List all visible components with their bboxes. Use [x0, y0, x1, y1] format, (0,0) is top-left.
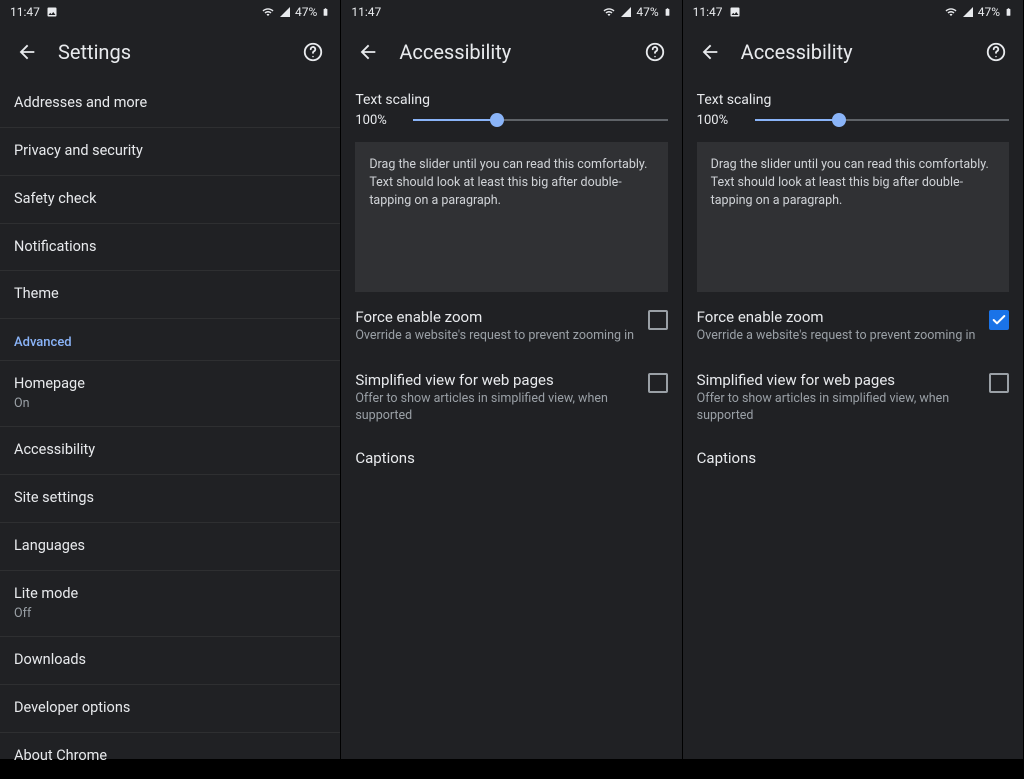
force-enable-zoom-desc: Override a website's request to prevent … [355, 328, 635, 345]
wifi-icon [602, 6, 616, 18]
text-scaling-preview: Drag the slider until you can read this … [697, 142, 1009, 292]
settings-item-notifications[interactable]: Notifications [0, 224, 340, 272]
battery-pct: 47% [295, 5, 317, 19]
simplified-view-checkbox[interactable] [648, 373, 668, 393]
force-enable-zoom-row[interactable]: Force enable zoom Override a website's r… [697, 292, 1009, 355]
help-icon[interactable] [985, 41, 1007, 63]
text-scaling-preview: Drag the slider until you can read this … [355, 142, 667, 292]
battery-pct: 47% [636, 5, 658, 19]
section-advanced: Advanced [0, 319, 340, 361]
back-icon[interactable] [357, 41, 379, 63]
settings-item-safety-check[interactable]: Safety check [0, 176, 340, 224]
app-header: Accessibility [341, 24, 681, 80]
statusbar: 11:47 47% [683, 0, 1023, 24]
simplified-view-title: Simplified view for web pages [697, 371, 977, 389]
settings-item-downloads[interactable]: Downloads [0, 637, 340, 685]
statusbar: 11:47 47% [0, 0, 340, 24]
settings-item-developer-options[interactable]: Developer options [0, 685, 340, 733]
signal-icon [620, 6, 632, 18]
force-enable-zoom-checkbox[interactable] [989, 310, 1009, 330]
wifi-icon [261, 6, 275, 18]
back-icon[interactable] [16, 41, 38, 63]
battery-icon [1004, 5, 1013, 19]
status-time: 11:47 [693, 5, 723, 19]
settings-item-addresses[interactable]: Addresses and more [0, 80, 340, 128]
statusbar: 11:47 47% [341, 0, 681, 24]
force-enable-zoom-checkbox[interactable] [648, 310, 668, 330]
battery-icon [663, 5, 672, 19]
force-enable-zoom-row[interactable]: Force enable zoom Override a website's r… [355, 292, 667, 355]
settings-item-site-settings[interactable]: Site settings [0, 475, 340, 523]
signal-icon [279, 6, 291, 18]
simplified-view-desc: Offer to show articles in simplified vie… [355, 391, 635, 425]
text-scaling-label: Text scaling [697, 92, 1009, 108]
text-scaling-value: 100% [355, 113, 399, 128]
help-icon[interactable] [644, 41, 666, 63]
captions-row[interactable]: Captions [355, 435, 667, 481]
status-time: 11:47 [351, 5, 381, 19]
force-enable-zoom-desc: Override a website's request to prevent … [697, 328, 977, 345]
page-title: Settings [58, 40, 282, 64]
screen-settings: 11:47 47% Settings Addresses and more Pr… [0, 0, 341, 759]
wifi-icon [944, 6, 958, 18]
text-scaling-slider[interactable] [755, 112, 1009, 128]
text-scaling-slider[interactable] [413, 112, 667, 128]
page-title: Accessibility [741, 40, 965, 64]
settings-item-languages[interactable]: Languages [0, 523, 340, 571]
simplified-view-title: Simplified view for web pages [355, 371, 635, 389]
text-scaling-label: Text scaling [355, 92, 667, 108]
simplified-view-desc: Offer to show articles in simplified vie… [697, 391, 977, 425]
settings-item-about-chrome[interactable]: About Chrome [0, 733, 340, 779]
screen-accessibility-b: 11:47 47% Accessibility Text scaling 100… [683, 0, 1024, 759]
app-header: Settings [0, 24, 340, 80]
image-icon [729, 6, 741, 18]
signal-icon [962, 6, 974, 18]
settings-item-accessibility[interactable]: Accessibility [0, 427, 340, 475]
settings-item-homepage[interactable]: Homepage On [0, 361, 340, 427]
simplified-view-row[interactable]: Simplified view for web pages Offer to s… [355, 355, 667, 435]
force-enable-zoom-title: Force enable zoom [355, 308, 635, 326]
screen-accessibility-a: 11:47 47% Accessibility Text scaling 100… [341, 0, 682, 759]
force-enable-zoom-title: Force enable zoom [697, 308, 977, 326]
page-title: Accessibility [399, 40, 623, 64]
settings-item-theme[interactable]: Theme [0, 271, 340, 319]
simplified-view-row[interactable]: Simplified view for web pages Offer to s… [697, 355, 1009, 435]
app-header: Accessibility [683, 24, 1023, 80]
battery-icon [321, 5, 330, 19]
captions-row[interactable]: Captions [697, 435, 1009, 481]
text-scaling-value: 100% [697, 113, 741, 128]
simplified-view-checkbox[interactable] [989, 373, 1009, 393]
back-icon[interactable] [699, 41, 721, 63]
battery-pct: 47% [978, 5, 1000, 19]
settings-item-lite-mode[interactable]: Lite mode Off [0, 571, 340, 637]
settings-item-privacy[interactable]: Privacy and security [0, 128, 340, 176]
status-time: 11:47 [10, 5, 40, 19]
settings-list: Addresses and more Privacy and security … [0, 80, 340, 779]
image-icon [46, 6, 58, 18]
help-icon[interactable] [302, 41, 324, 63]
